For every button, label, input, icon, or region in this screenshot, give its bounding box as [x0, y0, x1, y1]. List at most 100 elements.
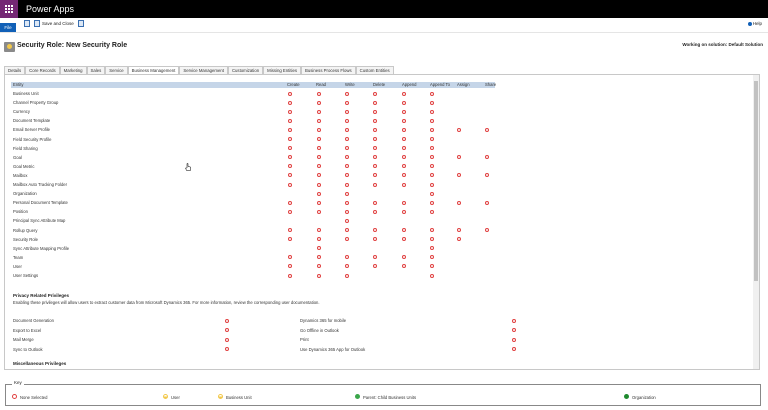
- privilege-level-none-icon[interactable]: [288, 209, 292, 214]
- app-launcher-button[interactable]: [0, 0, 18, 18]
- privilege-level-none-icon[interactable]: [288, 173, 292, 178]
- privilege-level-none-icon[interactable]: [430, 273, 434, 278]
- privilege-level-none-icon[interactable]: [430, 173, 434, 178]
- privilege-level-none-icon[interactable]: [430, 164, 434, 169]
- tab-service-management[interactable]: Service Management: [179, 66, 228, 74]
- privilege-level-none-icon[interactable]: [288, 155, 292, 160]
- privilege-level-none-icon[interactable]: [288, 127, 292, 132]
- privilege-level-none-icon[interactable]: [288, 164, 292, 169]
- privilege-level-none-icon[interactable]: [373, 118, 377, 123]
- privilege-level-none-icon[interactable]: [345, 255, 349, 260]
- privilege-level-none-icon[interactable]: [402, 182, 406, 187]
- privilege-level-none-icon[interactable]: [373, 164, 377, 169]
- privilege-level-none-icon[interactable]: [225, 337, 229, 342]
- privilege-level-none-icon[interactable]: [317, 182, 321, 187]
- privilege-level-none-icon[interactable]: [317, 273, 321, 278]
- privilege-level-none-icon[interactable]: [288, 137, 292, 141]
- column-header-delete[interactable]: Delete: [373, 82, 385, 88]
- column-header-write[interactable]: Write: [345, 82, 355, 88]
- privilege-level-none-icon[interactable]: [225, 328, 229, 332]
- privilege-level-none-icon[interactable]: [288, 182, 292, 187]
- privilege-level-none-icon[interactable]: [402, 173, 406, 178]
- privilege-level-none-icon[interactable]: [317, 237, 321, 242]
- column-header-append[interactable]: Append: [402, 82, 416, 88]
- privilege-level-none-icon[interactable]: [373, 173, 377, 178]
- privilege-level-none-icon[interactable]: [288, 273, 292, 278]
- privilege-level-none-icon[interactable]: [430, 246, 434, 251]
- privilege-level-none-icon[interactable]: [345, 109, 349, 114]
- privilege-level-none-icon[interactable]: [288, 146, 292, 151]
- privilege-level-none-icon[interactable]: [345, 164, 349, 169]
- privilege-level-none-icon[interactable]: [288, 100, 292, 105]
- privilege-level-none-icon[interactable]: [430, 182, 434, 187]
- privilege-level-none-icon[interactable]: [225, 318, 229, 323]
- privilege-level-none-icon[interactable]: [345, 173, 349, 178]
- save-and-close-button[interactable]: Save and Close: [42, 21, 74, 26]
- privilege-level-none-icon[interactable]: [430, 118, 434, 123]
- privilege-level-none-icon[interactable]: [317, 137, 321, 141]
- privilege-level-none-icon[interactable]: [485, 155, 489, 160]
- privilege-level-none-icon[interactable]: [430, 209, 434, 214]
- privilege-level-none-icon[interactable]: [402, 164, 406, 169]
- privilege-level-none-icon[interactable]: [345, 237, 349, 242]
- privilege-level-none-icon[interactable]: [457, 173, 461, 178]
- privilege-level-none-icon[interactable]: [317, 200, 321, 205]
- tab-custom-entities[interactable]: Custom Entities: [355, 66, 394, 74]
- privilege-level-none-icon[interactable]: [373, 182, 377, 187]
- privilege-level-none-icon[interactable]: [373, 100, 377, 105]
- privilege-level-none-icon[interactable]: [288, 109, 292, 114]
- privilege-level-none-icon[interactable]: [402, 91, 406, 96]
- privilege-level-none-icon[interactable]: [345, 228, 349, 232]
- privilege-level-none-icon[interactable]: [345, 218, 349, 223]
- tab-service[interactable]: Service: [105, 66, 128, 74]
- privilege-level-none-icon[interactable]: [430, 255, 434, 260]
- privilege-level-none-icon[interactable]: [430, 146, 434, 151]
- privilege-level-none-icon[interactable]: [402, 118, 406, 123]
- tab-missing-entities[interactable]: Missing Entities: [263, 66, 302, 74]
- privilege-level-none-icon[interactable]: [345, 191, 349, 196]
- tab-details[interactable]: Details: [4, 66, 26, 74]
- privilege-level-none-icon[interactable]: [288, 91, 292, 96]
- tab-customization[interactable]: Customization: [227, 66, 264, 74]
- privilege-level-none-icon[interactable]: [317, 209, 321, 214]
- privilege-level-none-icon[interactable]: [345, 91, 349, 96]
- privilege-level-none-icon[interactable]: [512, 337, 516, 342]
- privilege-level-none-icon[interactable]: [430, 137, 434, 141]
- column-header-append-to[interactable]: Append To: [430, 82, 450, 88]
- privilege-level-none-icon[interactable]: [430, 228, 434, 232]
- privilege-level-none-icon[interactable]: [512, 318, 516, 323]
- privilege-level-none-icon[interactable]: [373, 200, 377, 205]
- privilege-level-none-icon[interactable]: [485, 127, 489, 132]
- privilege-level-none-icon[interactable]: [373, 237, 377, 242]
- privilege-level-none-icon[interactable]: [345, 209, 349, 214]
- privilege-level-none-icon[interactable]: [345, 264, 349, 269]
- privilege-level-none-icon[interactable]: [345, 273, 349, 278]
- privilege-level-none-icon[interactable]: [373, 137, 377, 141]
- vertical-scrollbar[interactable]: [753, 75, 759, 369]
- privilege-level-none-icon[interactable]: [430, 191, 434, 196]
- privilege-level-none-icon[interactable]: [345, 200, 349, 205]
- privilege-level-none-icon[interactable]: [402, 255, 406, 260]
- privilege-level-none-icon[interactable]: [317, 191, 321, 196]
- privilege-level-none-icon[interactable]: [288, 237, 292, 242]
- privilege-level-none-icon[interactable]: [373, 209, 377, 214]
- actions-icon[interactable]: [78, 20, 84, 27]
- scrollbar-thumb[interactable]: [754, 81, 758, 281]
- privilege-level-none-icon[interactable]: [345, 127, 349, 132]
- help-button[interactable]: Help: [747, 21, 762, 26]
- privilege-level-none-icon[interactable]: [373, 109, 377, 114]
- privilege-level-none-icon[interactable]: [345, 182, 349, 187]
- privilege-level-none-icon[interactable]: [457, 155, 461, 160]
- privilege-level-none-icon[interactable]: [317, 146, 321, 151]
- privilege-level-none-icon[interactable]: [457, 228, 461, 232]
- privilege-level-none-icon[interactable]: [317, 164, 321, 169]
- privilege-level-none-icon[interactable]: [373, 155, 377, 160]
- privilege-level-none-icon[interactable]: [288, 200, 292, 205]
- tab-business-process-flows[interactable]: Business Process Flows: [301, 66, 356, 74]
- privilege-level-none-icon[interactable]: [373, 264, 377, 269]
- privilege-level-none-icon[interactable]: [317, 255, 321, 260]
- privilege-level-none-icon[interactable]: [430, 155, 434, 160]
- privilege-level-none-icon[interactable]: [317, 246, 321, 251]
- privilege-level-none-icon[interactable]: [457, 200, 461, 205]
- privilege-level-none-icon[interactable]: [485, 173, 489, 178]
